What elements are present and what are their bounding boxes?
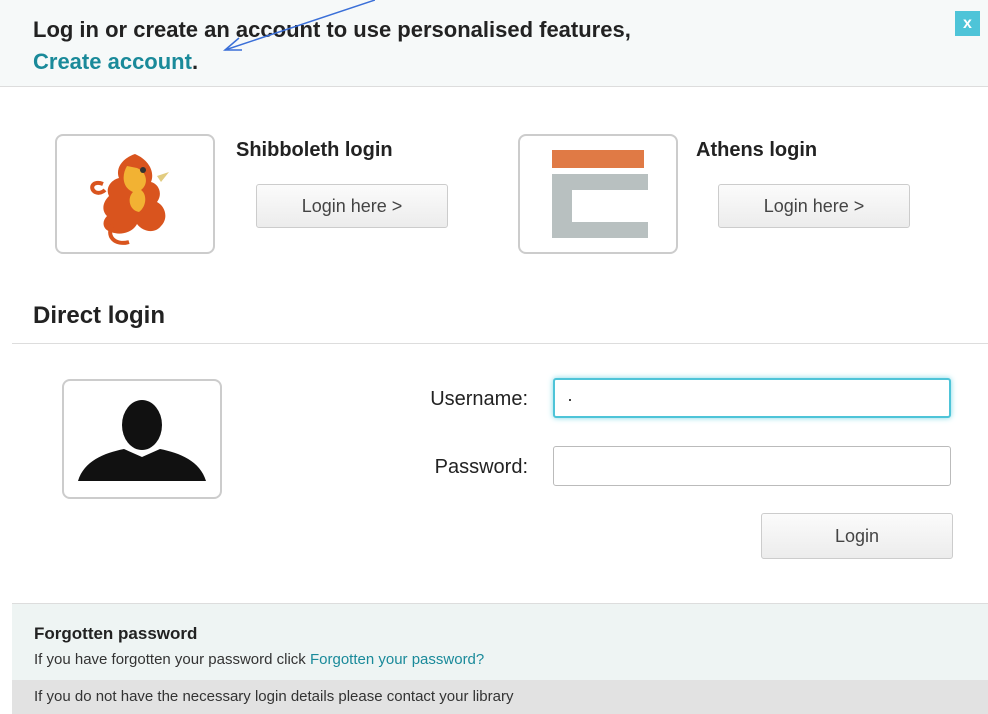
section-divider	[12, 343, 988, 344]
username-label: Username:	[430, 388, 528, 410]
login-header: Log in or create an account to use perso…	[0, 0, 988, 87]
password-input[interactable]	[553, 446, 951, 486]
login-button[interactable]: Login	[761, 513, 953, 559]
direct-login-title: Direct login	[33, 302, 166, 329]
header-punct: .	[191, 49, 199, 74]
forgotten-password-desc: If you have forgotten your password clic…	[34, 651, 310, 668]
athens-logo-icon	[552, 150, 648, 238]
footer-text: If you do not have the necessary login d…	[34, 688, 514, 705]
avatar	[62, 379, 222, 499]
shibboleth-title: Shibboleth login	[236, 139, 393, 161]
password-label: Password:	[434, 456, 528, 478]
forgotten-password-title: Forgotten password	[34, 624, 198, 643]
forgotten-password-link[interactable]: Forgotten your password?	[310, 651, 484, 668]
forgotten-password-panel: Forgotten password If you have forgotten…	[12, 603, 988, 681]
username-input[interactable]: ·	[553, 378, 951, 418]
user-silhouette-icon	[78, 400, 206, 481]
shibboleth-logo-box	[55, 134, 215, 254]
footer-panel: If you do not have the necessary login d…	[12, 680, 988, 714]
athens-logo-box	[518, 134, 678, 254]
create-account-link[interactable]: Create account	[33, 49, 192, 74]
forgotten-password-text: If you have forgotten your password clic…	[34, 651, 484, 668]
annotation-arrow-icon	[222, 0, 375, 51]
shibboleth-login-button[interactable]: Login here >	[256, 184, 448, 228]
close-button[interactable]: x	[955, 11, 980, 36]
athens-login-button[interactable]: Login here >	[718, 184, 910, 228]
shibboleth-griffin-icon	[90, 154, 169, 245]
athens-title: Athens login	[696, 139, 818, 161]
